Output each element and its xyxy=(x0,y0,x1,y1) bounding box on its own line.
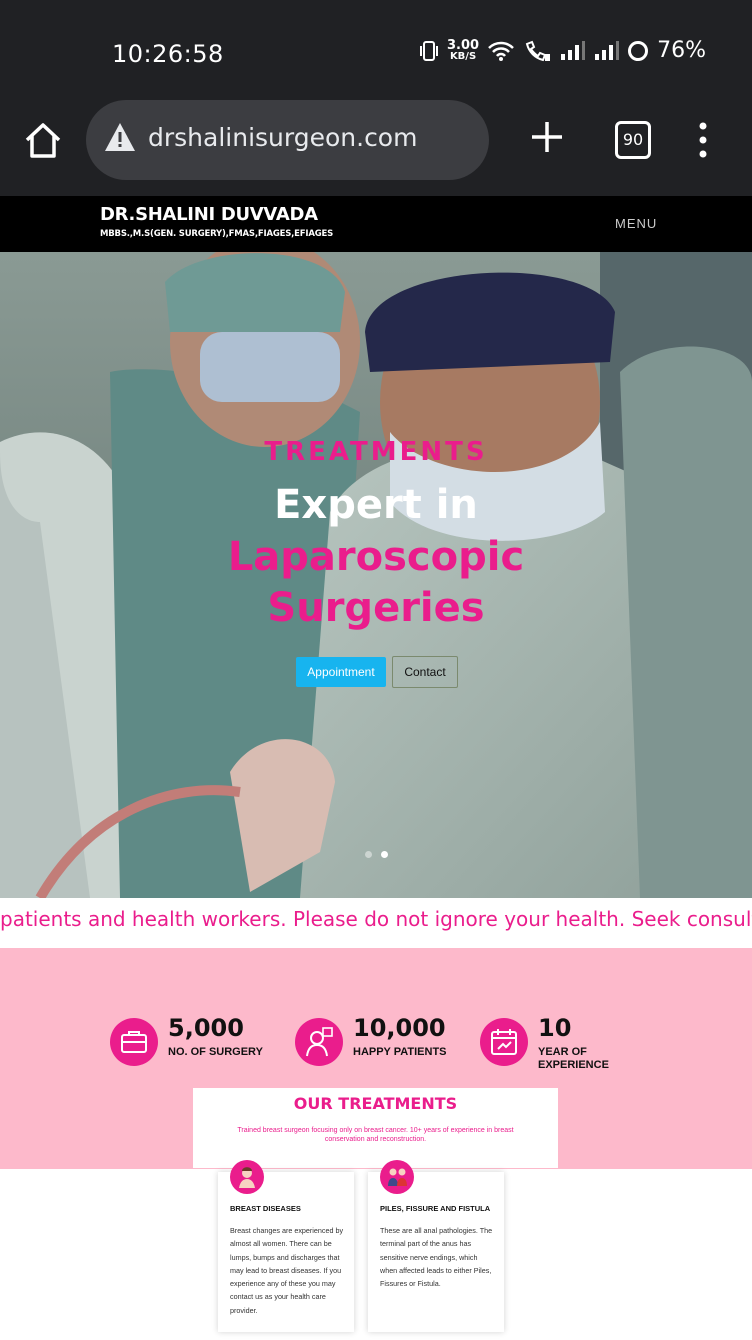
treatment-card-breast-title: BREAST DISEASES xyxy=(230,1204,301,1213)
carousel-dot-2[interactable] xyxy=(381,851,388,858)
hero-headline-line2: Laparoscopic xyxy=(227,534,525,580)
stat-patients-label: HAPPY PATIENTS xyxy=(353,1046,447,1058)
treatment-card-piles-body: These are all anal pathologies. The term… xyxy=(380,1226,493,1289)
more-options-icon[interactable] xyxy=(698,122,708,158)
announcement-marquee: patients and health workers. Please do n… xyxy=(0,898,752,948)
address-bar[interactable]: drshalinisurgeon.com xyxy=(86,100,489,180)
vibrate-icon xyxy=(420,40,439,61)
wifi-calling-icon xyxy=(525,40,551,61)
hero-carousel: TREATMENTS Expert in Laparoscopic Surger… xyxy=(0,252,752,898)
signal-1-icon xyxy=(561,40,586,60)
treatment-card-breast[interactable]: BREAST DISEASES Breast changes are exper… xyxy=(218,1160,354,1332)
contact-button[interactable]: Contact xyxy=(392,656,458,688)
treatments-header: OUR TREATMENTS Trained breast surgeon fo… xyxy=(193,1088,558,1168)
calendar-icon xyxy=(480,1018,528,1066)
battery-percent: 76% xyxy=(657,38,706,63)
briefcase-icon xyxy=(110,1018,158,1066)
carousel-dot-1[interactable] xyxy=(365,851,372,858)
tab-switcher-button[interactable]: 90 xyxy=(615,121,651,159)
stat-surgeries-value: 5,000 xyxy=(168,1014,244,1042)
treatment-card-piles-title: PILES, FISSURE AND FISTULA xyxy=(380,1204,491,1213)
network-speed: 3.00 KB/S xyxy=(447,39,479,62)
stat-experience-label-line2: EXPERIENCE xyxy=(538,1059,609,1071)
stat-experience-value: 10 xyxy=(538,1014,572,1042)
stat-surgeries-label: NO. OF SURGERY xyxy=(168,1046,263,1058)
not-secure-warning-icon[interactable] xyxy=(103,121,137,153)
browser-toolbar: drshalinisurgeon.com 90 xyxy=(0,100,752,196)
site-header: DR.SHALINI DUVVADA MBBS.,M.S(GEN. SURGER… xyxy=(0,196,752,252)
treatment-card-breast-body: Breast changes are experienced by almost… xyxy=(230,1226,344,1315)
treatments-subtitle: Trained breast surgeon focusing only on … xyxy=(237,1127,514,1143)
menu-toggle[interactable]: MENU xyxy=(615,216,657,231)
site-brand-name[interactable]: DR.SHALINI DUVVADA xyxy=(100,204,318,225)
stat-experience-label-line1: YEAR OF xyxy=(538,1046,587,1058)
hero-headline-line1: Expert in xyxy=(274,482,478,528)
url-text[interactable]: drshalinisurgeon.com xyxy=(148,123,417,152)
hero-headline-line3: Surgeries xyxy=(267,585,485,631)
consultation-icon xyxy=(380,1160,414,1194)
network-speed-unit: KB/S xyxy=(449,51,477,62)
patient-icon xyxy=(295,1018,343,1066)
hero-kicker: TREATMENTS xyxy=(264,437,488,467)
site-brand-credentials: MBBS.,M.S(GEN. SURGERY),FMAS,FIAGES,EFIA… xyxy=(100,229,334,239)
signal-2-icon xyxy=(595,40,620,60)
clock: 10:26:58 xyxy=(112,40,224,68)
appointment-button[interactable]: Appointment xyxy=(296,657,386,687)
wifi-icon xyxy=(488,41,514,61)
status-bar: 10:26:58 3.00 KB/S 76% xyxy=(0,0,752,100)
stat-patients-value: 10,000 xyxy=(353,1014,446,1042)
treatment-card-piles[interactable]: PILES, FISSURE AND FISTULA These are all… xyxy=(368,1160,504,1332)
new-tab-icon[interactable] xyxy=(530,120,564,154)
home-icon[interactable] xyxy=(22,120,64,162)
battery-ring-icon xyxy=(628,40,649,61)
treatments-title: OUR TREATMENTS xyxy=(293,1094,458,1113)
breast-icon xyxy=(230,1160,264,1194)
status-icons: 3.00 KB/S 76% xyxy=(419,38,706,63)
marquee-text: patients and health workers. Please do n… xyxy=(0,907,752,931)
